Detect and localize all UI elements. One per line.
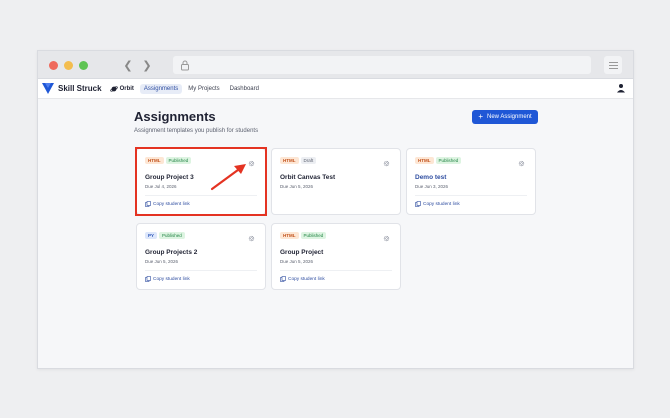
divider (280, 270, 392, 271)
copy-student-link[interactable]: Copy student link (280, 276, 325, 282)
app-navbar: Skill Struck Orbit Assignments My Projec… (38, 79, 633, 99)
nav-assignments[interactable]: Assignments (139, 83, 183, 94)
brand[interactable]: Skill Struck (42, 83, 102, 94)
assignment-card[interactable]: PY Published Group Projects 2 Due Jun 5,… (136, 223, 266, 290)
plus-icon: + (478, 112, 483, 121)
language-badge: PY (145, 232, 158, 239)
browser-menu-button[interactable] (604, 56, 622, 74)
address-bar[interactable] (173, 56, 591, 74)
browser-window: ❮ ❯ Skill Struck Orbit Assignments My Pr… (37, 50, 634, 369)
forward-icon[interactable]: ❯ (139, 57, 155, 73)
lock-icon (181, 60, 189, 71)
user-icon[interactable] (616, 83, 626, 93)
status-badge: Published (159, 232, 185, 239)
new-assignment-button[interactable]: + New Assignment (472, 110, 538, 124)
language-badge: HTML (415, 157, 434, 164)
gear-icon[interactable] (518, 160, 525, 167)
card-title[interactable]: Demo test (415, 174, 446, 181)
copy-icon (145, 276, 151, 282)
maximize-window-button[interactable] (79, 61, 88, 70)
divider (145, 270, 257, 271)
gear-icon[interactable] (248, 235, 255, 242)
card-title[interactable]: Orbit Canvas Test (280, 174, 335, 181)
skill-struck-logo-icon (42, 83, 54, 94)
gear-icon[interactable] (383, 160, 390, 167)
browser-chrome: ❮ ❯ (38, 51, 633, 79)
gear-icon[interactable] (383, 235, 390, 242)
status-badge: Published (300, 232, 327, 239)
status-badge: Published (435, 157, 462, 164)
nav-my-projects[interactable]: My Projects (184, 84, 223, 94)
close-window-button[interactable] (49, 61, 58, 70)
annotation-arrow-icon (210, 164, 246, 191)
due-date: Due Jun 5, 2026 (145, 259, 179, 264)
orbit-icon (109, 85, 118, 92)
due-date: Due Jun 5, 2026 (280, 184, 314, 189)
copy-link-label: Copy student link (153, 276, 190, 282)
divider (415, 195, 527, 196)
orbit-link[interactable]: Orbit (109, 85, 134, 93)
copy-icon (415, 201, 421, 207)
nav-dashboard[interactable]: Dashboard (226, 84, 263, 94)
assignment-card[interactable]: HTML Published Demo test Due Jun 3, 2026… (406, 148, 536, 215)
copy-student-link[interactable]: Copy student link (415, 201, 460, 207)
card-title[interactable]: Group Project (280, 249, 323, 256)
page-subtitle: Assignment templates you publish for stu… (134, 128, 259, 134)
assignment-card[interactable]: HTML Draft Orbit Canvas Test Due Jun 5, … (271, 148, 401, 215)
language-badge: HTML (280, 157, 299, 164)
new-assignment-label: New Assignment (486, 114, 532, 120)
assignment-card[interactable]: HTML Published Group Project Due Jun 5, … (271, 223, 401, 290)
card-title[interactable]: Group Projects 2 (145, 249, 197, 256)
back-icon[interactable]: ❮ (120, 57, 136, 73)
due-date: Due Jun 5, 2026 (280, 259, 314, 264)
minimize-window-button[interactable] (64, 61, 73, 70)
copy-link-label: Copy student link (288, 276, 325, 282)
due-date: Due Jun 3, 2026 (415, 184, 449, 189)
orbit-label: Orbit (119, 85, 134, 92)
copy-link-label: Copy student link (423, 201, 460, 207)
copy-student-link[interactable]: Copy student link (145, 276, 190, 282)
status-badge: Draft (300, 157, 317, 164)
main-content: Assignments Assignment templates you pub… (134, 109, 538, 134)
brand-name: Skill Struck (58, 84, 102, 93)
copy-icon (280, 276, 286, 282)
language-badge: HTML (280, 232, 299, 239)
